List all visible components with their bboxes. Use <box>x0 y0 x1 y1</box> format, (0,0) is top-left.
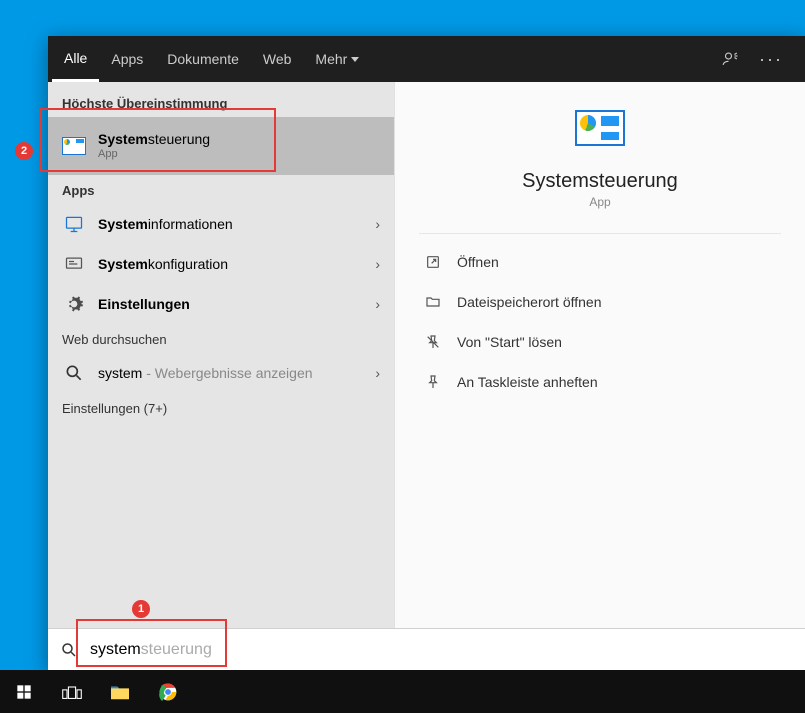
open-icon <box>423 252 443 272</box>
result-title-bold: System <box>98 131 148 147</box>
feedback-icon[interactable] <box>711 50 749 68</box>
search-panel: Alle Apps Dokumente Web Mehr ··· Höchste… <box>48 36 805 670</box>
divider <box>419 233 781 234</box>
task-view-button[interactable] <box>48 670 96 713</box>
tab-all[interactable]: Alle <box>52 36 99 82</box>
tab-more-label: Mehr <box>315 51 347 67</box>
result-system-config[interactable]: Systemkonfiguration › <box>48 244 394 284</box>
chevron-right-icon: › <box>375 365 380 381</box>
search-input[interactable]: systemsteuerung <box>48 628 805 670</box>
result-system-info[interactable]: Systeminformationen › <box>48 204 394 244</box>
gear-icon <box>62 292 86 316</box>
tab-apps[interactable]: Apps <box>99 36 155 82</box>
result-subtitle: App <box>98 148 380 161</box>
system-config-icon <box>62 252 86 276</box>
tab-web[interactable]: Web <box>251 36 304 82</box>
preview-subtitle: App <box>589 195 610 209</box>
section-web: Web durchsuchen <box>48 324 394 353</box>
action-pin-taskbar[interactable]: An Taskleiste anheften <box>419 362 781 402</box>
section-best-match: Höchste Übereinstimmung <box>48 88 394 117</box>
chevron-right-icon: › <box>375 216 380 232</box>
result-title-rest: steuerung <box>148 131 210 147</box>
results-list: Höchste Übereinstimmung Systemsteuerung … <box>48 82 394 628</box>
system-info-icon <box>62 212 86 236</box>
search-suggestion-text: steuerung <box>141 641 212 658</box>
chevron-right-icon: › <box>375 256 380 272</box>
unpin-icon <box>423 332 443 352</box>
taskbar-file-explorer[interactable] <box>96 670 144 713</box>
action-open[interactable]: Öffnen <box>419 242 781 282</box>
annotation-badge-2: 2 <box>15 142 33 160</box>
tab-documents[interactable]: Dokumente <box>155 36 251 82</box>
pin-icon <box>423 372 443 392</box>
taskbar <box>0 670 805 713</box>
action-label: Dateispeicherort öffnen <box>457 294 602 310</box>
preview-title: Systemsteuerung <box>522 170 678 193</box>
action-unpin-start[interactable]: Von "Start" lösen <box>419 322 781 362</box>
tabs-bar: Alle Apps Dokumente Web Mehr ··· <box>48 36 805 82</box>
preview-pane: Systemsteuerung App Öffnen Dateispeicher… <box>394 82 805 628</box>
search-icon <box>62 361 86 385</box>
section-apps: Apps <box>48 175 394 204</box>
folder-icon <box>423 292 443 312</box>
tab-more[interactable]: Mehr <box>303 36 371 82</box>
search-icon <box>48 641 90 659</box>
control-panel-icon <box>62 134 86 158</box>
result-settings[interactable]: Einstellungen › <box>48 284 394 324</box>
result-web-search[interactable]: system - Webergebnisse anzeigen › <box>48 353 394 393</box>
result-control-panel[interactable]: Systemsteuerung App <box>48 117 394 175</box>
action-file-location[interactable]: Dateispeicherort öffnen <box>419 282 781 322</box>
action-label: An Taskleiste anheften <box>457 374 598 390</box>
options-icon[interactable]: ··· <box>749 49 793 70</box>
search-typed-text: system <box>90 641 141 658</box>
section-settings-more: Einstellungen (7+) <box>48 393 394 422</box>
chevron-down-icon <box>351 57 359 62</box>
chevron-right-icon: › <box>375 296 380 312</box>
control-panel-icon <box>575 110 625 146</box>
action-label: Öffnen <box>457 254 499 270</box>
action-label: Von "Start" lösen <box>457 334 562 350</box>
taskbar-chrome[interactable] <box>144 670 192 713</box>
start-button[interactable] <box>0 670 48 713</box>
